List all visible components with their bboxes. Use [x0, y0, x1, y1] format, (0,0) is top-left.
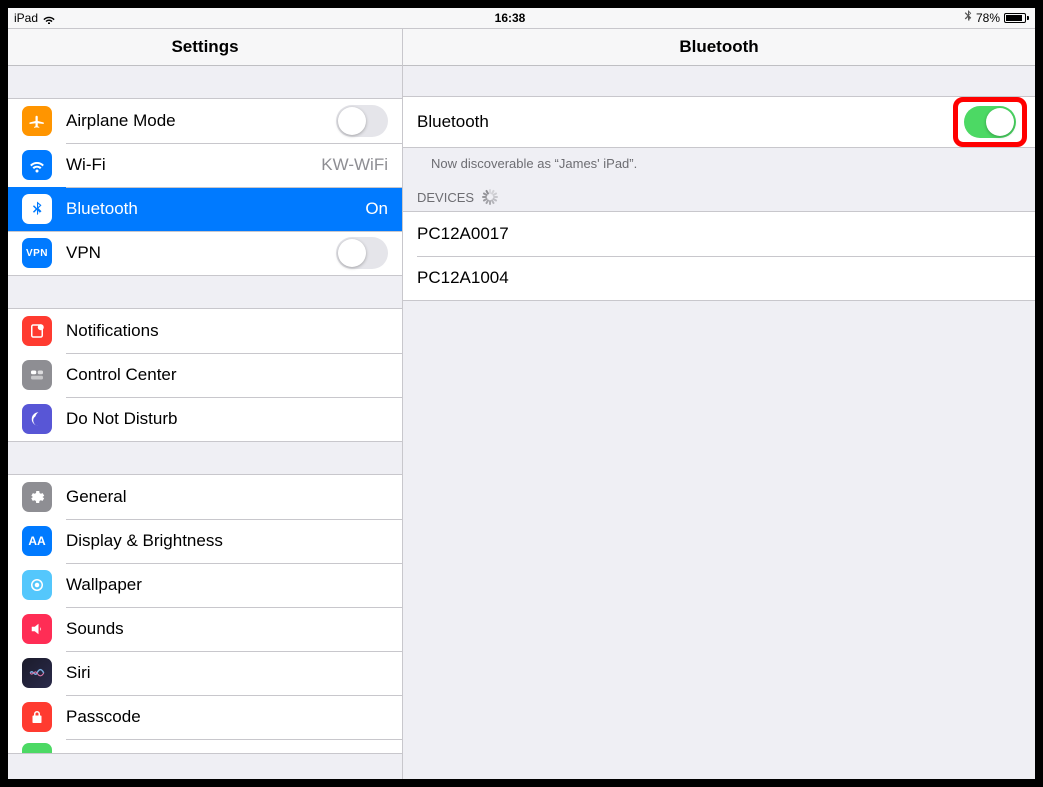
sidebar-item-vpn[interactable]: VPN VPN: [8, 231, 402, 275]
bluetooth-status-icon: [964, 10, 972, 26]
sidebar-item-label: VPN: [66, 243, 336, 263]
sidebar-item-partial[interactable]: [8, 739, 402, 753]
loading-spinner-icon: [482, 189, 498, 205]
sidebar-item-label: Siri: [66, 663, 388, 683]
control-center-icon: [22, 360, 52, 390]
sidebar-item-label: Wallpaper: [66, 575, 388, 595]
sidebar-item-wifi[interactable]: Wi-Fi KW-WiFi: [8, 143, 402, 187]
sidebar-item-label: General: [66, 487, 388, 507]
detail-pane: Bluetooth Bluetooth Now discoverable as …: [403, 29, 1035, 779]
sidebar-title: Settings: [8, 29, 402, 66]
sidebar-item-bluetooth[interactable]: Bluetooth On: [8, 187, 402, 231]
detail-title: Bluetooth: [403, 29, 1035, 66]
devices-header: DEVICES: [417, 190, 474, 205]
notifications-icon: [22, 316, 52, 346]
discoverable-text: Now discoverable as “James' iPad”.: [417, 148, 1021, 171]
device-label: iPad: [14, 11, 38, 25]
bluetooth-toggle[interactable]: [964, 106, 1016, 138]
device-row[interactable]: PC12A1004: [403, 256, 1035, 300]
sidebar-item-siri[interactable]: Siri: [8, 651, 402, 695]
vpn-toggle[interactable]: [336, 237, 388, 269]
sidebar-item-label: Notifications: [66, 321, 388, 341]
bluetooth-status-value: On: [365, 199, 388, 219]
wifi-network-value: KW-WiFi: [321, 155, 388, 175]
battery-icon: [1004, 13, 1029, 23]
sidebar-item-label: Airplane Mode: [66, 111, 336, 131]
sounds-icon: [22, 614, 52, 644]
battery-percent: 78%: [976, 11, 1000, 25]
airplane-mode-toggle[interactable]: [336, 105, 388, 137]
sidebar-item-passcode[interactable]: Passcode: [8, 695, 402, 739]
sidebar-item-wallpaper[interactable]: Wallpaper: [8, 563, 402, 607]
wallpaper-icon: [22, 570, 52, 600]
sidebar-item-label: Sounds: [66, 619, 388, 639]
device-name: PC12A1004: [417, 268, 1021, 288]
siri-icon: [22, 658, 52, 688]
gear-icon: [22, 482, 52, 512]
sidebar-item-airplane-mode[interactable]: Airplane Mode: [8, 99, 402, 143]
device-name: PC12A0017: [417, 224, 1021, 244]
bluetooth-toggle-row[interactable]: Bluetooth: [403, 97, 1035, 147]
moon-icon: [22, 404, 52, 434]
airplane-icon: [22, 106, 52, 136]
settings-sidebar: Settings Airplane Mode: [8, 29, 403, 779]
sidebar-item-display-brightness[interactable]: AA Display & Brightness: [8, 519, 402, 563]
sidebar-item-label: Display & Brightness: [66, 531, 388, 551]
lock-icon: [22, 702, 52, 732]
sidebar-item-notifications[interactable]: Notifications: [8, 309, 402, 353]
partial-icon: [22, 743, 52, 753]
device-row[interactable]: PC12A0017: [403, 212, 1035, 256]
sidebar-item-label: Do Not Disturb: [66, 409, 388, 429]
sidebar-item-label: Passcode: [66, 707, 388, 727]
vpn-icon: VPN: [22, 238, 52, 268]
display-icon: AA: [22, 526, 52, 556]
bluetooth-toggle-label: Bluetooth: [417, 112, 953, 132]
sidebar-item-label: Wi-Fi: [66, 155, 313, 175]
sidebar-item-label: Control Center: [66, 365, 388, 385]
highlight-annotation: [953, 97, 1027, 147]
sidebar-item-do-not-disturb[interactable]: Do Not Disturb: [8, 397, 402, 441]
sidebar-item-label: Bluetooth: [66, 199, 357, 219]
clock: 16:38: [56, 11, 964, 25]
sidebar-item-control-center[interactable]: Control Center: [8, 353, 402, 397]
sidebar-item-general[interactable]: General: [8, 475, 402, 519]
wifi-status-icon: [42, 13, 56, 24]
status-bar: iPad 16:38 78%: [8, 8, 1035, 28]
bluetooth-icon: [22, 194, 52, 224]
wifi-icon: [22, 150, 52, 180]
sidebar-item-sounds[interactable]: Sounds: [8, 607, 402, 651]
